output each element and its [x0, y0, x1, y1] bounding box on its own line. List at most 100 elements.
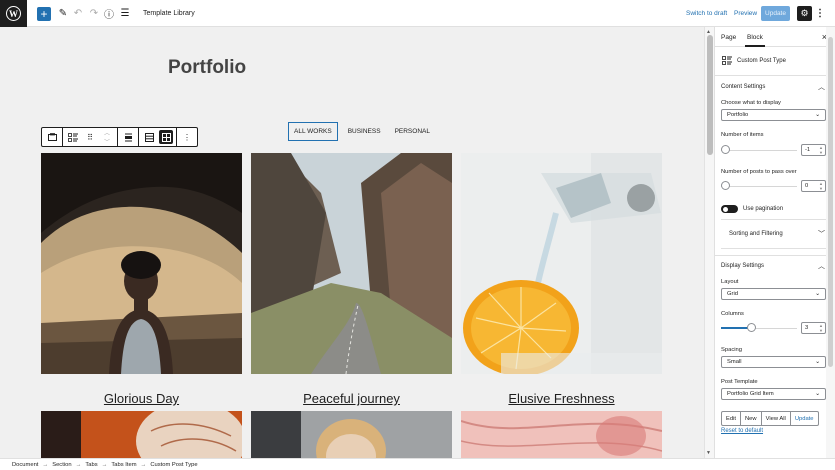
- tab-page[interactable]: Page: [721, 34, 736, 41]
- stepper-icon[interactable]: ▲ ▼: [819, 181, 823, 191]
- chevron-up-icon[interactable]: ︿: [818, 82, 825, 92]
- scrollbar-thumb[interactable]: [828, 37, 833, 367]
- pass-over-input[interactable]: 0 ▲ ▼: [801, 180, 826, 192]
- edit-template-button[interactable]: Edit: [722, 412, 741, 425]
- breadcrumb-item[interactable]: Tabs Item: [111, 462, 136, 468]
- input-value: -1: [805, 147, 811, 153]
- columns-label: Columns: [721, 311, 744, 317]
- settings-gear-icon[interactable]: ⚙: [797, 6, 812, 21]
- more-options-icon[interactable]: ⋮: [815, 6, 825, 21]
- portfolio-card-image[interactable]: [251, 153, 452, 374]
- slider-handle[interactable]: [721, 181, 730, 190]
- input-value: 3: [805, 325, 809, 331]
- columns-slider[interactable]: [721, 323, 797, 333]
- block-options-icon[interactable]: ⋮: [180, 130, 194, 144]
- cave-portrait-image: [41, 153, 242, 374]
- add-block-button[interactable]: +: [37, 6, 51, 21]
- filter-tab-personal[interactable]: PERSONAL: [391, 123, 434, 140]
- breadcrumb-item[interactable]: Custom Post Type: [150, 462, 197, 468]
- content-settings-title[interactable]: Content Settings: [721, 84, 765, 90]
- sidebar-scrollbar[interactable]: [826, 27, 835, 458]
- drag-handle-icon[interactable]: ⠿: [83, 130, 97, 144]
- reset-to-default-link[interactable]: Reset to default: [721, 428, 763, 434]
- custom-post-type-icon: [721, 55, 732, 66]
- spacing-label: Spacing: [721, 347, 742, 353]
- portfolio-card-title[interactable]: Peaceful journey: [251, 391, 452, 406]
- scroll-down-icon[interactable]: ▼: [706, 450, 711, 456]
- select-value: Grid: [727, 291, 738, 297]
- breadcrumb-separator: →: [140, 461, 147, 468]
- chevron-down-icon: ⌄: [815, 291, 820, 297]
- orange-portrait-image: [41, 411, 242, 458]
- portfolio-card-image[interactable]: [461, 411, 662, 458]
- orange-water-image: [461, 153, 662, 374]
- breadcrumb-item[interactable]: Document: [12, 462, 38, 468]
- portfolio-filter-tabs: ALL WORKS BUSINESS PERSONAL: [288, 122, 434, 141]
- mountain-road-image: [251, 153, 452, 374]
- chevron-down-icon[interactable]: ﹀: [818, 229, 825, 239]
- select-value: Small: [727, 359, 742, 365]
- breadcrumb-item[interactable]: Section: [52, 462, 71, 468]
- template-button-group: Edit New View All Update: [721, 411, 819, 426]
- block-card: Custom Post Type: [721, 55, 786, 66]
- document-title[interactable]: Template Library: [143, 10, 195, 17]
- spacing-select[interactable]: Small ⌄: [721, 356, 826, 368]
- filter-tab-business[interactable]: BUSINESS: [344, 123, 385, 140]
- switch-to-draft-button[interactable]: Switch to draft: [686, 10, 727, 17]
- number-of-items-input[interactable]: -1 ▲ ▼: [801, 144, 826, 156]
- portfolio-card-image[interactable]: [41, 153, 242, 374]
- chevron-up-icon[interactable]: ︿: [818, 261, 825, 271]
- use-pagination-label: Use pagination: [743, 206, 784, 212]
- update-button[interactable]: Update: [761, 6, 790, 21]
- list-view-icon[interactable]: ☰: [119, 6, 131, 21]
- move-up-down-icon[interactable]: ︿ ﹀: [100, 130, 114, 146]
- pass-over-slider[interactable]: [721, 181, 797, 191]
- wordpress-logo[interactable]: W: [0, 0, 27, 27]
- sorting-filtering-title[interactable]: Sorting and Filtering: [729, 231, 783, 237]
- portfolio-card-image[interactable]: [251, 411, 452, 458]
- use-pagination-toggle[interactable]: [721, 205, 738, 213]
- canvas-scrollbar[interactable]: ▲ ▼: [704, 27, 714, 458]
- settings-sidebar: Page Block × Custom Post Type Content Se…: [714, 27, 835, 458]
- select-value: Portfolio: [727, 112, 749, 118]
- scrollbar-thumb[interactable]: [707, 35, 713, 155]
- view-all-templates-button[interactable]: View All: [762, 412, 791, 425]
- parent-block-icon[interactable]: [45, 130, 59, 144]
- chevron-down-icon: ⌄: [815, 359, 820, 365]
- update-template-button[interactable]: Update: [791, 412, 818, 425]
- info-icon[interactable]: ⓘ: [103, 6, 115, 21]
- redo-icon[interactable]: ↷: [88, 6, 100, 21]
- post-template-select[interactable]: Portfolio Grid Item ⌄: [721, 388, 826, 400]
- layout-select[interactable]: Grid ⌄: [721, 288, 826, 300]
- page-heading[interactable]: Portfolio: [168, 57, 246, 79]
- stepper-icon[interactable]: ▲ ▼: [819, 323, 823, 333]
- portfolio-card-title[interactable]: Elusive Freshness: [461, 391, 662, 406]
- input-value: 0: [805, 183, 809, 189]
- choose-display-select[interactable]: Portfolio ⌄: [721, 109, 826, 121]
- portfolio-card-image[interactable]: [41, 411, 242, 458]
- align-icon[interactable]: [121, 130, 135, 144]
- blonde-portrait-image: [251, 411, 452, 458]
- new-template-button[interactable]: New: [741, 412, 762, 425]
- number-of-items-slider[interactable]: [721, 145, 797, 155]
- sidebar-tabs: Page Block ×: [715, 27, 835, 47]
- divider: [715, 255, 835, 256]
- preview-button[interactable]: Preview: [734, 10, 757, 17]
- slider-handle[interactable]: [721, 145, 730, 154]
- columns-input[interactable]: 3 ▲ ▼: [801, 322, 826, 334]
- tab-block[interactable]: Block: [745, 34, 765, 47]
- custom-post-type-icon[interactable]: [66, 130, 80, 144]
- list-layout-icon[interactable]: [142, 130, 156, 144]
- breadcrumb-item[interactable]: Tabs: [85, 462, 97, 468]
- undo-icon[interactable]: ↶: [72, 6, 84, 21]
- display-settings-title[interactable]: Display Settings: [721, 263, 764, 269]
- portfolio-card-title[interactable]: Glorious Day: [41, 391, 242, 406]
- block-toolbar: ⠿ ︿ ﹀ ⋮: [41, 127, 198, 147]
- edit-tool-icon[interactable]: ✎: [57, 6, 69, 21]
- portfolio-card-image[interactable]: [461, 153, 662, 374]
- number-of-items-label: Number of items: [721, 132, 764, 138]
- slider-handle[interactable]: [746, 323, 756, 332]
- grid-layout-icon[interactable]: [159, 130, 173, 144]
- stepper-icon[interactable]: ▲ ▼: [819, 145, 823, 155]
- filter-tab-all-works[interactable]: ALL WORKS: [288, 122, 338, 141]
